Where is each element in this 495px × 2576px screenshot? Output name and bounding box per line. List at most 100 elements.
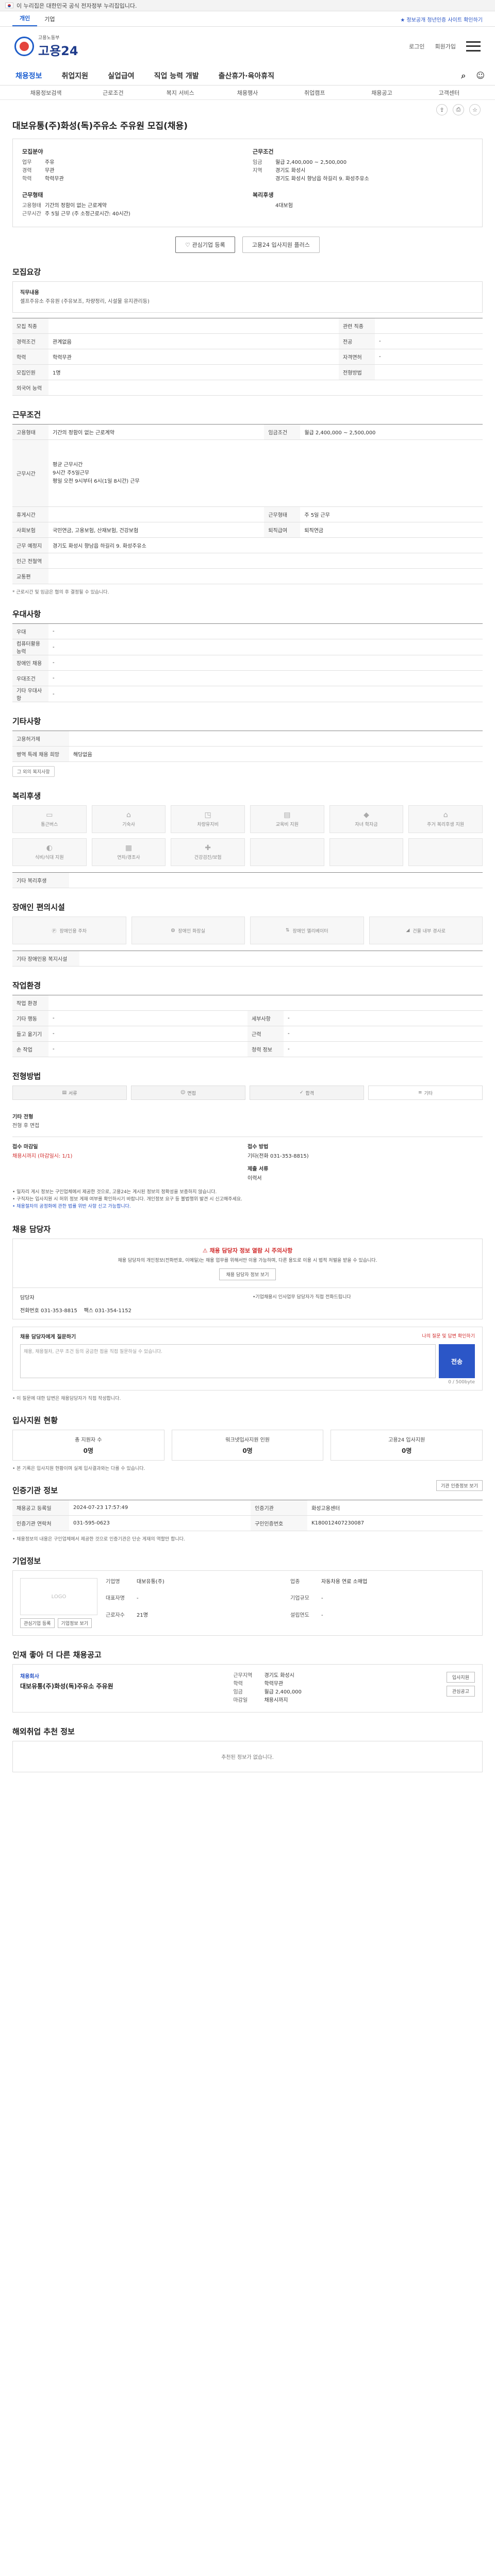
show-manager-button[interactable]: 채용 담당자 정보 보기 bbox=[219, 1268, 276, 1280]
welfare-label: 주거 복리후생 지원 bbox=[427, 822, 465, 827]
recommend-empty: 추천된 정보가 없습니다. bbox=[12, 1741, 483, 1772]
table-value: 2024-07-23 17:57:49 bbox=[69, 1500, 251, 1516]
summary-heading: 근무형태 bbox=[22, 192, 43, 198]
similar-title[interactable]: 대보유통(주)화성(독)주유소 주유원 bbox=[20, 1682, 223, 1690]
section-title: 작업환경 bbox=[12, 981, 41, 990]
nav-training[interactable]: 직업 능력 개발 bbox=[149, 66, 204, 85]
disabled-label: 장애인 화장실 bbox=[178, 928, 205, 934]
share-icon[interactable]: ⇪ bbox=[436, 104, 448, 115]
welfare-card: ▦ 연차/경조사 bbox=[91, 838, 166, 866]
nav-benefit[interactable]: 실업급여 bbox=[103, 66, 140, 85]
table-value bbox=[69, 731, 483, 747]
hamburger-menu-icon[interactable] bbox=[466, 41, 481, 52]
similar-job-card[interactable]: 채용회사 대보유통(주)화성(독)주유소 주유원 근무지역 경기도 화성시 학력 학… bbox=[12, 1664, 483, 1713]
my-questions-link[interactable]: 나의 질문 및 답변 확인하기 bbox=[422, 1332, 475, 1340]
subnav-item[interactable]: 취업캠프 bbox=[281, 89, 348, 97]
table-key: 인증기관 연락처 bbox=[12, 1515, 69, 1531]
flag-icon bbox=[5, 3, 13, 8]
summary-key: 고용형태 bbox=[22, 203, 41, 209]
tab-company[interactable]: 기업 bbox=[37, 12, 62, 26]
table-value: 주 5일 근무 bbox=[300, 506, 483, 522]
inquiry-input[interactable]: 채용, 채용절차, 근무 조건 등의 궁금한 점을 직접 질문하실 수 있습니다… bbox=[20, 1344, 436, 1378]
company-interest-button[interactable]: 관심기업 등록 bbox=[20, 1618, 55, 1628]
table-key: 모집인원 bbox=[12, 364, 48, 380]
similar-value: 월급 2,400,000 bbox=[264, 1689, 302, 1695]
table-row: 기타 복리후생 bbox=[12, 872, 483, 888]
button-label: 관심기업 등록 bbox=[192, 242, 225, 248]
subnav-item[interactable]: 복지 서비스 bbox=[147, 89, 214, 97]
table-row: 학력 학력무관 자격면허 - bbox=[12, 349, 483, 365]
process-etc: 기타 전형 전형 후 면접 bbox=[12, 1106, 483, 1137]
logo[interactable]: 고용노동부 고용24 bbox=[14, 34, 78, 59]
similar-apply-button[interactable]: 입사지원 bbox=[446, 1672, 475, 1683]
subnav-item[interactable]: 근로조건 bbox=[79, 89, 146, 97]
table-row: 우대조건 - bbox=[12, 670, 483, 686]
table-key: 교통편 bbox=[12, 568, 48, 584]
section-title: 채용 담당자 bbox=[12, 1225, 51, 1234]
summary-value: 경기도 화성시 향남읍 하길리 9. 화성주유소 bbox=[275, 176, 369, 182]
interest-company-button[interactable]: ♡ 관심기업 등록 bbox=[175, 236, 235, 253]
search-icon[interactable]: ⌕ bbox=[461, 71, 466, 81]
apply-documents: 이력서 bbox=[248, 1176, 262, 1181]
subnav-item[interactable]: 채용행사 bbox=[214, 89, 281, 97]
job-title: 대보유통(주)화성(독)주유소 주유원 모집(채용) bbox=[12, 121, 188, 131]
alert-title-text: 채용 담당자 정보 열람 시 주의사항 bbox=[209, 1247, 293, 1254]
contact-key: 전화번호 bbox=[20, 1308, 39, 1314]
join-link[interactable]: 회원가입 bbox=[435, 42, 456, 50]
status-value: 0명 bbox=[83, 1447, 94, 1454]
tab-personal[interactable]: 개인 bbox=[12, 11, 38, 26]
login-link[interactable]: 로그인 bbox=[409, 42, 424, 50]
section-title: 인재 좋아 더 다른 채용공고 bbox=[12, 1650, 102, 1659]
table-value: 관계없음 bbox=[48, 333, 339, 349]
table-key: 채용공고 등록일 bbox=[12, 1500, 69, 1516]
bookmark-icon[interactable]: ☆ bbox=[469, 104, 481, 115]
table-key: 기타 복리후생 bbox=[12, 872, 69, 888]
auth-info-button[interactable]: 기관 인증정보 보기 bbox=[436, 1480, 483, 1491]
subnav-item[interactable]: 채용공고 bbox=[348, 89, 415, 97]
warning-item[interactable]: • 채용절차의 공정화에 관한 법률 위반 사항 신고 가능합니다. bbox=[12, 1203, 483, 1210]
similar-interest-button[interactable]: 관심공고 bbox=[446, 1686, 475, 1697]
send-button[interactable]: 전송 bbox=[439, 1344, 475, 1378]
table-row: 근무시간 평균 근무시간 9시간 주5일근무 평일 오전 9시부터 6시(1일 8… bbox=[12, 439, 483, 507]
table-value: - bbox=[48, 655, 483, 671]
welfare-label: 통근버스 bbox=[41, 822, 58, 827]
subnav-item[interactable]: 고객센터 bbox=[416, 89, 483, 97]
apply-plus-button[interactable]: 고용24 입사지원 플러스 bbox=[242, 236, 320, 253]
summary-key: 근무시간 bbox=[22, 211, 41, 217]
print-icon[interactable]: ⎙ bbox=[453, 104, 464, 115]
table-row: 모집인원 1명 전형방법 bbox=[12, 364, 483, 380]
qualify-table: 우대 - 컴퓨터활용 능력 - 장애인 채용 - 우대조건 - 기타 우대사항 - bbox=[12, 623, 483, 702]
welfare-card-empty bbox=[250, 838, 324, 866]
company-value: - bbox=[321, 1596, 323, 1602]
main-nav: 채용정보 취업지원 실업급여 직업 능력 개발 출산휴가·육아휴직 ⌕ ☺ bbox=[0, 66, 495, 86]
house-icon: ⌂ bbox=[443, 811, 448, 819]
table-key: 경력조건 bbox=[12, 333, 48, 349]
table-row: 경력조건 관계없음 전공 - bbox=[12, 333, 483, 349]
table-key: 자격면허 bbox=[338, 349, 375, 365]
top-links[interactable]: ★ 정보공개 청년인증 사이트 확인하기 bbox=[400, 15, 483, 23]
welfare-card: ⌂ 주거 복리후생 지원 bbox=[408, 805, 483, 833]
apply-heading: 접수 마감일 bbox=[12, 1144, 38, 1150]
status-label: 총 지원자 수 bbox=[75, 1437, 102, 1443]
table-key: 작업 환경 bbox=[12, 995, 48, 1011]
table-key: 우대조건 bbox=[12, 670, 48, 686]
table-row: 교통편 bbox=[12, 568, 483, 584]
user-icon[interactable]: ☺ bbox=[476, 71, 485, 81]
nav-support[interactable]: 취업지원 bbox=[57, 66, 94, 85]
company-info-button[interactable]: 기업정보 보기 bbox=[57, 1618, 92, 1628]
work-note: * 근로시간 및 임금은 협의 후 결정될 수 있습니다. bbox=[12, 590, 109, 595]
table-key: 근무시간 bbox=[12, 439, 48, 507]
table-value bbox=[48, 380, 483, 396]
table-key: 세부사항 bbox=[248, 1010, 284, 1026]
table-row: 컴퓨터활용 능력 - bbox=[12, 639, 483, 655]
nav-leave[interactable]: 출산휴가·육아휴직 bbox=[213, 66, 279, 85]
table-row: 우대 - bbox=[12, 623, 483, 639]
section-title: 기업정보 bbox=[12, 1556, 41, 1566]
summary-heading: 모집분야 bbox=[22, 148, 43, 155]
welfare-card: ✚ 건강검진/보험 bbox=[171, 838, 245, 866]
similar-key: 근무지역 bbox=[233, 1673, 253, 1679]
company-key: 대표자명 bbox=[106, 1596, 125, 1602]
apply-heading: 접수 방법 bbox=[248, 1144, 269, 1150]
nav-jobs[interactable]: 채용정보 bbox=[10, 66, 47, 85]
subnav-item[interactable]: 채용정보검색 bbox=[12, 89, 79, 97]
